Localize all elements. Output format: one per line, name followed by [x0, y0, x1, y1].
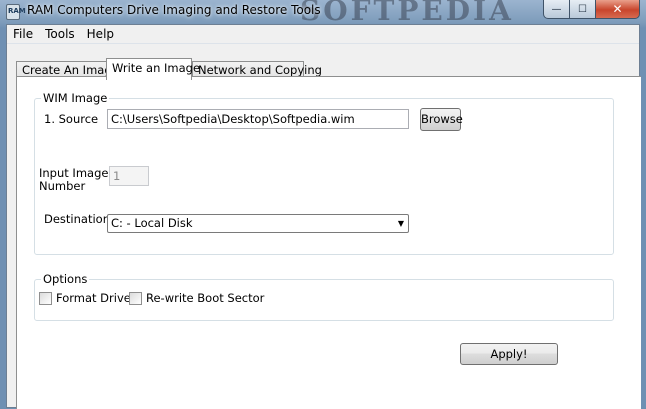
chevron-down-icon[interactable]: ▼ [398, 215, 404, 232]
maximize-button[interactable]: ☐ [570, 0, 596, 19]
rewrite-boot-sector-option[interactable]: Re-write Boot Sector [129, 292, 264, 305]
menu-file[interactable]: File [7, 27, 39, 41]
client-area: File Tools Help Create An Image Write an… [6, 24, 641, 409]
format-drive-option[interactable]: Format Drive [39, 292, 131, 305]
destination-label: Destination [44, 212, 110, 226]
options-group-title: Options [41, 272, 90, 286]
input-image-label-line2: Number [39, 179, 86, 193]
watermark: SOFTPEDIA [300, 0, 514, 27]
menu-help[interactable]: Help [81, 27, 120, 41]
app-icon[interactable]: RAM [6, 4, 26, 20]
title-bar[interactable]: RAM SOFTPEDIA RAM Computers Drive Imagin… [0, 0, 646, 27]
source-path-field[interactable]: C:\Users\Softpedia\Desktop\Softpedia.wim [107, 109, 409, 129]
tab-write-an-image[interactable]: Write an Image [106, 58, 200, 80]
close-button[interactable]: ✕ [596, 0, 640, 19]
write-image-panel: WIM Image 1. Source C:\Users\Softpedia\D… [16, 76, 641, 409]
window-title: RAM Computers Drive Imaging and Restore … [27, 3, 321, 17]
rewrite-boot-sector-label: Re-write Boot Sector [146, 291, 265, 305]
app-icon-label: RAM [8, 7, 26, 15]
destination-value: C: - Local Disk [111, 216, 193, 230]
format-drive-label: Format Drive [56, 291, 131, 305]
format-drive-checkbox[interactable] [39, 292, 52, 305]
menu-bar: File Tools Help [7, 25, 639, 44]
input-image-number-field[interactable]: 1 [109, 166, 149, 186]
main-window: RAM SOFTPEDIA RAM Computers Drive Imagin… [0, 0, 646, 409]
window-controls: — ☐ ✕ [543, 0, 640, 20]
apply-button[interactable]: Apply! [460, 343, 558, 365]
destination-dropdown[interactable]: C: - Local Disk ▼ [107, 214, 409, 233]
rewrite-boot-sector-checkbox[interactable] [129, 292, 142, 305]
source-label: 1. Source [44, 112, 99, 126]
browse-button[interactable]: Browse [420, 108, 463, 131]
minimize-button[interactable]: — [543, 0, 570, 19]
menu-tools[interactable]: Tools [39, 27, 81, 41]
wim-image-group-title: WIM Image [41, 91, 110, 105]
